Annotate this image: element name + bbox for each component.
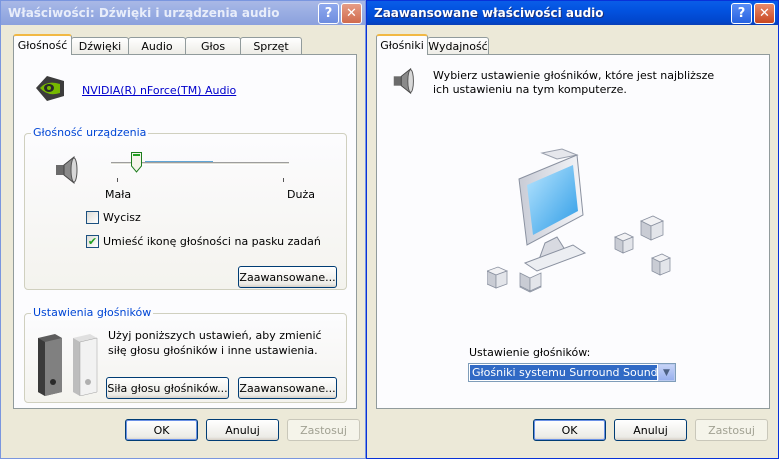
tray-checkmark: ✔ (87, 235, 98, 248)
slider-tick (283, 178, 284, 182)
speaker-settings-group: Ustawienia głośników Użyj poniższych ust… (24, 306, 347, 403)
volume-min-label: Mała (105, 188, 132, 201)
volume-slider-thumb[interactable] (131, 152, 143, 173)
title-bar[interactable]: Właściwości: Dźwięki i urządzenia audio … (1, 1, 365, 25)
close-button[interactable]: ✕ (754, 3, 775, 24)
nvidia-logo-icon (36, 76, 64, 101)
tab-voice[interactable]: Głos (185, 37, 241, 55)
ok-button[interactable]: OK (125, 419, 198, 441)
tab-strip: Głośniki Wydajność (376, 34, 489, 55)
speaker-advanced-button[interactable]: Zaawansowane... (238, 377, 337, 399)
sound-properties-window: Właściwości: Dźwięki i urządzenia audio … (0, 0, 366, 459)
tab-strip: Głośność Dźwięki Audio Głos Sprzęt (13, 34, 302, 55)
window-title: Zaawansowane właściwości audio (374, 6, 604, 20)
help-button[interactable]: ? (731, 3, 752, 24)
slider-tick (117, 178, 118, 182)
mute-checkbox[interactable] (86, 211, 99, 224)
tab-speakers[interactable]: Głośniki (376, 34, 428, 55)
close-button[interactable]: ✕ (341, 3, 362, 24)
speaker-icon (56, 155, 78, 185)
slider-highlight (145, 161, 213, 162)
tab-audio[interactable]: Audio (128, 37, 186, 55)
apply-button: Zastosuj (287, 419, 360, 441)
title-bar[interactable]: Zaawansowane właściwości audio ? ✕ (367, 1, 778, 25)
speaker-settings-group-title: Ustawienia głośników (31, 306, 154, 319)
speakers-icon (38, 334, 98, 396)
speaker-setup-description: Wybierz ustawienie głośników, które jest… (433, 69, 715, 96)
device-volume-group: Głośność urządzenia Mała Duża Wycisz ✔ U… (24, 126, 347, 290)
tab-performance[interactable]: Wydajność (427, 37, 489, 55)
speaker-setup-value: Głośniki systemu Surround Sound 5.1 (470, 365, 657, 380)
volume-max-label: Duża (287, 188, 315, 201)
speaker-settings-description: Użyj poniższych ustawień, aby zmienić si… (108, 329, 322, 357)
speaker-setup-label: Ustawienie głośników: (469, 346, 591, 359)
help-button[interactable]: ? (318, 3, 339, 24)
cancel-button[interactable]: Anuluj (206, 419, 279, 441)
tray-icon-label: Umieść ikonę głośności na pasku zadań (103, 235, 321, 248)
device-volume-group-title: Głośność urządzenia (31, 126, 149, 139)
speaker-icon (393, 67, 414, 95)
chevron-down-icon[interactable]: ▼ (658, 364, 675, 381)
tray-icon-checkbox[interactable]: ✔ (86, 235, 99, 248)
cancel-button[interactable]: Anuluj (614, 419, 687, 441)
tab-panel-speakers: Wybierz ustawienie głośników, które jest… (376, 54, 770, 409)
speaker-setup-dropdown[interactable]: Głośniki systemu Surround Sound 5.1 ▼ (468, 363, 676, 382)
window-title: Właściwości: Dźwięki i urządzenia audio (8, 6, 280, 20)
ok-button[interactable]: OK (533, 419, 606, 441)
speaker-volume-button[interactable]: Siła głosu głośników... (106, 377, 229, 399)
tab-panel-volume: NVIDIA(R) nForce(TM) Audio Głośność urzą… (13, 54, 357, 409)
mute-label: Wycisz (103, 211, 141, 224)
tab-hardware[interactable]: Sprzęt (240, 37, 302, 55)
advanced-audio-properties-window: Zaawansowane właściwości audio ? ✕ Głośn… (366, 0, 779, 459)
volume-advanced-button[interactable]: Zaawansowane... (238, 266, 337, 288)
device-name-link[interactable]: NVIDIA(R) nForce(TM) Audio (82, 84, 236, 97)
tab-volume[interactable]: Głośność (13, 34, 72, 55)
speaker-layout-illustration (487, 148, 671, 293)
apply-button: Zastosuj (695, 419, 768, 441)
speaker-cube (614, 232, 634, 254)
tab-sounds[interactable]: Dźwięki (71, 37, 129, 55)
